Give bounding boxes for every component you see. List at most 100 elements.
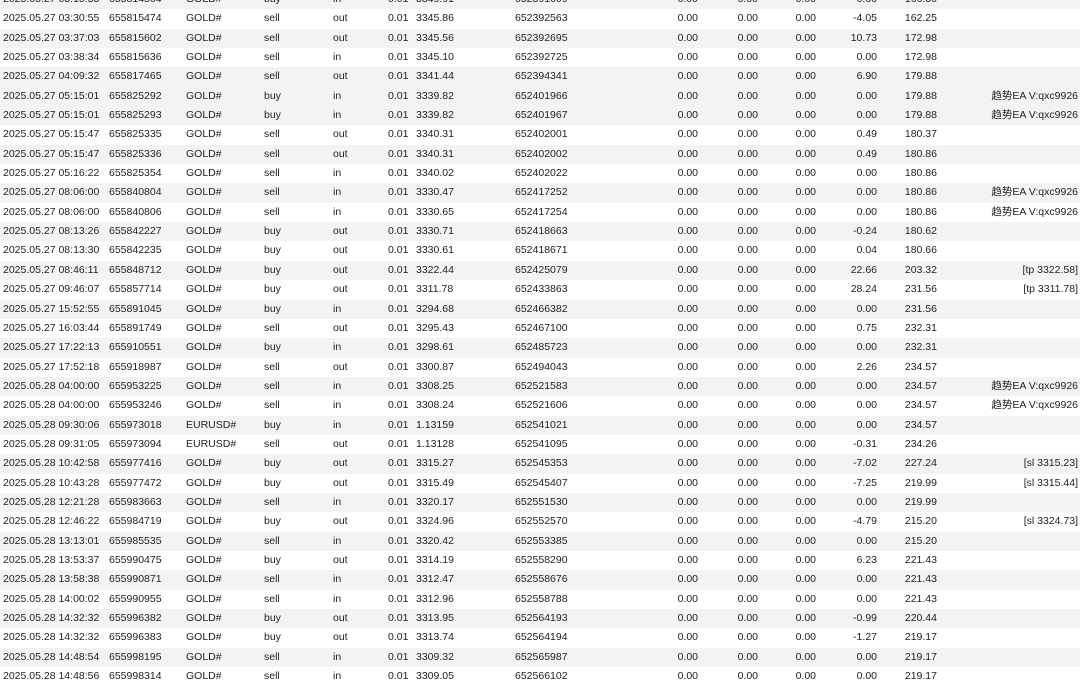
deal-swap: 0.00 xyxy=(795,341,816,354)
deal-fee: 0.00 xyxy=(738,0,758,9)
table-row[interactable]: 2025.05.27 17:52:18 655918987 GOLD# sell out… xyxy=(0,358,1080,377)
deal-direction: out xyxy=(333,360,348,373)
deal-profit: 0.00 xyxy=(856,573,877,586)
table-row[interactable]: 2025.05.28 10:43:28 655977472 GOLD# buy out 0… xyxy=(0,474,1080,493)
table-row[interactable]: 2025.05.28 09:31:05 655973094 EURUSD# sell o… xyxy=(0,435,1080,454)
deal-fee: 0.00 xyxy=(737,31,758,44)
deal-symbol: GOLD# xyxy=(186,186,222,199)
table-row[interactable]: 2025.05.27 03:30:55 655815474 GOLD# sell out… xyxy=(0,9,1080,28)
table-row[interactable]: 2025.05.28 14:00:02 655990955 GOLD# sell in 0… xyxy=(0,590,1080,609)
deal-balance: 231.56 xyxy=(904,283,937,296)
deal-balance: 219.99 xyxy=(904,495,937,508)
table-row[interactable]: 2025.05.27 04:09:32 655817465 GOLD# sell out… xyxy=(0,67,1080,87)
deal-symbol: GOLD# xyxy=(186,399,222,412)
table-row[interactable]: 2025.05.27 05:15:47 655825336 GOLD# sell out… xyxy=(0,144,1080,165)
deal-direction: in xyxy=(333,670,342,683)
table-row[interactable]: 2025.05.28 14:48:56 655998314 GOLD# sell in 0… xyxy=(0,667,1080,686)
deal-type: buy xyxy=(264,0,281,9)
deal-type: sell xyxy=(264,167,280,180)
table-row[interactable]: 2025.05.28 14:48:54 655998195 GOLD# sell in 0… xyxy=(0,647,1080,668)
table-row[interactable]: 2025.05.27 08:46:11 655848712 GOLD# buy out 0… xyxy=(0,260,1080,281)
deal-swap: 0.00 xyxy=(795,670,816,683)
deal-balance: 203.32 xyxy=(904,263,937,276)
table-row[interactable]: 2025.05.27 15:52:55 655891045 GOLD# buy in 0.… xyxy=(0,299,1080,319)
deal-fee: 0.00 xyxy=(737,553,758,566)
table-row[interactable]: 2025.05.27 03:37:03 655815602 GOLD# sell out… xyxy=(0,28,1080,49)
deal-type: buy xyxy=(264,109,281,122)
deal-type: sell xyxy=(264,592,280,605)
deal-symbol: GOLD# xyxy=(186,515,222,528)
table-row[interactable]: 2025.05.28 12:46:22 655984719 GOLD# buy out 0… xyxy=(0,512,1080,531)
table-row[interactable]: 2025.05.27 05:15:01 655825292 GOLD# buy in 0.… xyxy=(0,86,1080,107)
deal-volume: 0.01 xyxy=(388,51,409,64)
deal-direction: out xyxy=(333,147,348,160)
table-row[interactable]: 2025.05.27 05:15:01 655825293 GOLD# buy in 0.… xyxy=(0,106,1080,126)
deal-time: 2025.05.28 04:00:00 xyxy=(3,379,100,392)
table-row[interactable]: 2025.05.28 04:00:00 655953225 GOLD# sell in 0… xyxy=(0,376,1080,397)
table-row[interactable]: 2025.05.28 10:42:58 655977416 GOLD# buy out 0… xyxy=(0,454,1080,474)
deal-price: 3308.24 xyxy=(416,399,454,412)
deal-commission: 0.00 xyxy=(677,205,698,218)
deal-fee: 0.00 xyxy=(737,244,758,257)
table-row[interactable]: 2025.05.27 08:06:00 655840806 GOLD# sell in 0… xyxy=(0,203,1080,222)
table-row[interactable]: 2025.05.27 05:16:22 655825354 GOLD# sell in 0… xyxy=(0,164,1080,183)
deal-symbol: GOLD# xyxy=(186,341,222,354)
deal-ticket: 655996383 xyxy=(109,631,162,644)
deal-ticket: 655848712 xyxy=(109,263,162,276)
deal-type: sell xyxy=(264,70,280,83)
table-row[interactable]: 2025.05.28 14:32:32 655996382 GOLD# buy out 0… xyxy=(0,609,1080,629)
table-row[interactable]: 2025.05.27 08:13:30 655842235 GOLD# buy out 0… xyxy=(0,241,1080,260)
deal-fee: 0.00 xyxy=(737,457,758,470)
deal-time: 2025.05.27 05:15:47 xyxy=(3,128,100,141)
deal-symbol: GOLD# xyxy=(186,147,222,160)
deal-direction: in xyxy=(333,650,342,663)
table-row[interactable]: 2025.05.28 12:21:28 655983663 GOLD# sell in 0… xyxy=(0,492,1080,513)
deal-order: 652541095 xyxy=(515,437,568,450)
deal-symbol: GOLD# xyxy=(186,225,222,238)
deal-profit: 6.23 xyxy=(856,553,877,566)
table-row[interactable]: 2025.05.28 13:13:01 655985535 GOLD# sell in 0… xyxy=(0,531,1080,551)
deal-commission: 0.00 xyxy=(677,418,698,431)
table-row[interactable]: 2025.05.27 08:06:00 655840804 GOLD# sell in 0… xyxy=(0,183,1080,203)
deal-symbol: GOLD# xyxy=(186,283,222,296)
deal-profit: -1.27 xyxy=(853,631,877,644)
table-row[interactable]: 2025.05.27 08:13:26 655842227 GOLD# buy out 0… xyxy=(0,222,1080,242)
table-row[interactable]: 2025.05.27 05:15:47 655825335 GOLD# sell out… xyxy=(0,125,1080,144)
deal-direction: out xyxy=(333,283,348,296)
deal-type: buy xyxy=(264,89,281,102)
deal-profit: 0.49 xyxy=(856,128,877,141)
deal-commission: 0.00 xyxy=(677,341,698,354)
deal-profit: 0.00 xyxy=(856,592,877,605)
deal-price: 3314.19 xyxy=(416,553,454,566)
deal-symbol: GOLD# xyxy=(186,650,222,663)
deal-direction: out xyxy=(333,70,348,83)
deal-order: 652485723 xyxy=(515,341,568,354)
table-row[interactable]: 2025.05.27 03:38:34 655815636 GOLD# sell in 0… xyxy=(0,48,1080,67)
table-row[interactable]: 2025.05.28 13:53:37 655990475 GOLD# buy out 0… xyxy=(0,551,1080,570)
deal-profit: -0.24 xyxy=(853,225,877,238)
table-row[interactable]: 2025.05.28 13:58:38 655990871 GOLD# sell in 0… xyxy=(0,570,1080,590)
table-row[interactable]: 2025.05.27 03:15:53 655814504 GOLD# buy in 0.… xyxy=(0,0,1080,10)
deal-price: 3294.68 xyxy=(416,302,454,315)
deal-direction: in xyxy=(333,51,342,64)
deal-swap: 0.00 xyxy=(795,147,816,160)
table-row[interactable]: 2025.05.28 04:00:00 655953246 GOLD# sell in 0… xyxy=(0,396,1080,415)
deal-commission: 0.00 xyxy=(677,12,698,25)
deal-commission: 0.00 xyxy=(677,631,698,644)
deal-time: 2025.05.28 04:00:00 xyxy=(3,399,100,412)
deal-order: 652551530 xyxy=(515,495,568,508)
deal-fee: 0.00 xyxy=(737,263,758,276)
deal-profit: 0.00 xyxy=(856,399,877,412)
table-row[interactable]: 2025.05.28 14:32:32 655996383 GOLD# buy out 0… xyxy=(0,628,1080,647)
deal-type: buy xyxy=(264,244,281,257)
table-row[interactable]: 2025.05.27 09:46:07 655857714 GOLD# buy out 0… xyxy=(0,280,1080,299)
deal-balance: 219.99 xyxy=(904,476,937,489)
table-row[interactable]: 2025.05.27 17:22:13 655910551 GOLD# buy in 0.… xyxy=(0,338,1080,358)
table-row[interactable]: 2025.05.27 16:03:44 655891749 GOLD# sell out… xyxy=(0,319,1080,338)
deal-direction: in xyxy=(333,186,342,199)
deal-time: 2025.05.28 14:00:02 xyxy=(3,592,100,605)
deal-order: 652391609 xyxy=(515,0,568,9)
deal-symbol: EURUSD# xyxy=(186,437,237,450)
table-row[interactable]: 2025.05.28 09:30:06 655973018 EURUSD# buy in… xyxy=(0,415,1080,435)
deal-symbol: GOLD# xyxy=(186,379,222,392)
